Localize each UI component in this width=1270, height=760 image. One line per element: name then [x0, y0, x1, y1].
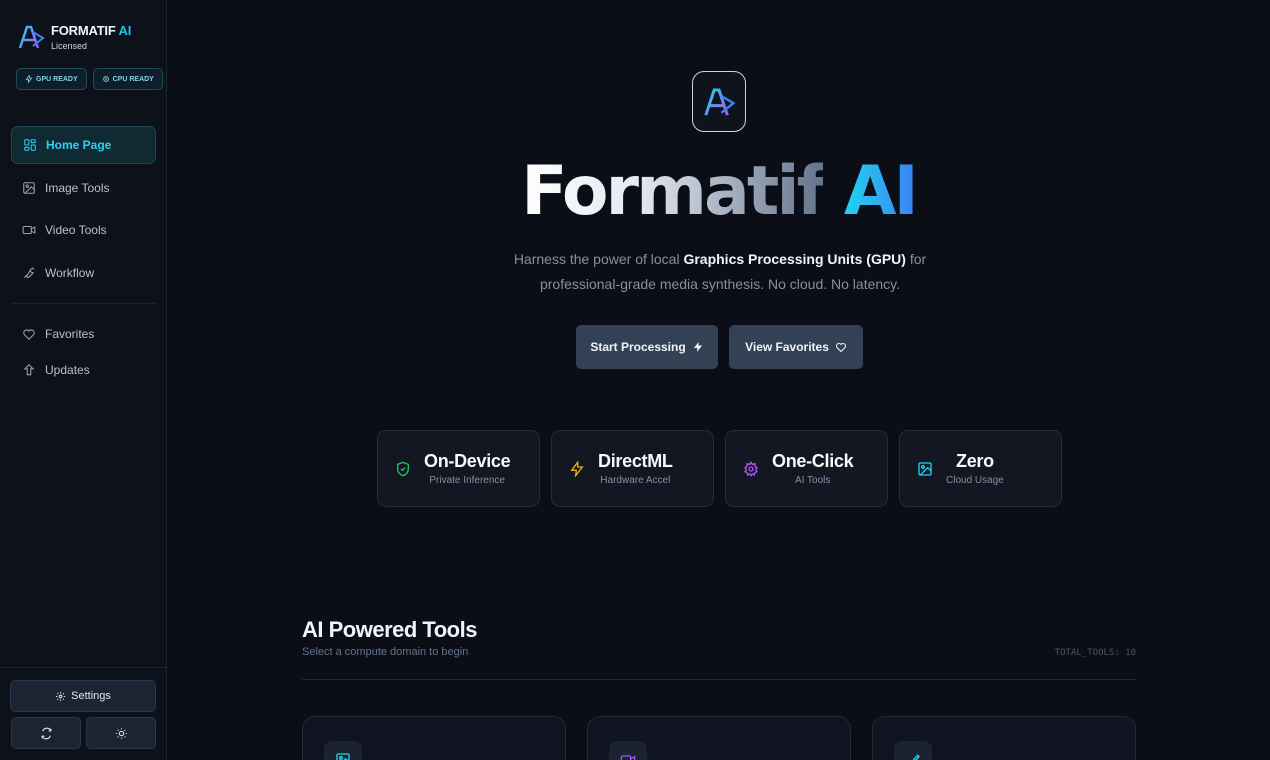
bolt-icon: [693, 342, 702, 352]
view-favorites-label: View Favorites: [745, 340, 829, 354]
license-status: Licensed: [51, 41, 88, 51]
hero-title-main: Formatif: [521, 152, 826, 231]
tool-card-workflow[interactable]: [872, 716, 1136, 760]
bolt-icon: [570, 460, 584, 477]
tool-card-video[interactable]: [587, 716, 851, 760]
brand-name-accent: AI: [118, 23, 132, 38]
hero-description: Harness the power of local Graphics Proc…: [490, 247, 950, 297]
hero-title: Formatif AI: [0, 152, 1270, 231]
gear-icon: [743, 460, 759, 477]
image-icon: [918, 461, 932, 476]
nav-item-workflow[interactable]: Workflow: [11, 254, 156, 292]
gpu-ready-label: GPU READY: [36, 75, 78, 83]
grid-icon: [24, 139, 36, 151]
refresh-icon: [41, 727, 51, 739]
upload-icon: [23, 364, 35, 376]
cpu-icon: [102, 76, 109, 82]
wrench-icon: [23, 266, 35, 278]
refresh-button[interactable]: [11, 717, 81, 749]
nav-item-label: Home Page: [46, 138, 112, 152]
brand[interactable]: FORMATIF AI Licensed: [17, 22, 131, 52]
gear-icon: [56, 691, 66, 701]
brand-logo-icon: [704, 88, 736, 116]
nav-item-updates[interactable]: Updates: [11, 352, 156, 388]
hero-desc-bold: Graphics Processing Units (GPU): [683, 251, 906, 267]
theme-toggle-button[interactable]: [86, 717, 156, 749]
view-favorites-button[interactable]: View Favorites: [729, 325, 863, 369]
shield-check-icon: [397, 461, 409, 476]
image-icon: [336, 753, 350, 760]
hero-desc-before: Harness the power of local: [513, 251, 684, 267]
bolt-icon: [25, 75, 33, 83]
start-processing-label: Start Processing: [590, 340, 686, 354]
stat-value: On-Device: [424, 451, 511, 471]
stat-card-zero: Zero Cloud Usage: [899, 430, 1062, 507]
nav-item-label: Workflow: [45, 265, 95, 280]
tool-card-icon: [324, 741, 362, 760]
stat-label: AI Tools: [794, 475, 831, 486]
stat-label: Hardware Accel: [600, 475, 671, 486]
tool-card-icon: [894, 741, 932, 760]
nav-item-favorites[interactable]: Favorites: [11, 316, 156, 352]
section-divider: [302, 679, 1136, 680]
video-icon: [620, 755, 636, 760]
sun-icon: [115, 727, 127, 739]
gpu-ready-badge: GPU READY: [16, 68, 87, 90]
stat-label: Cloud Usage: [946, 475, 1004, 486]
hero-title-accent: AI: [843, 152, 919, 231]
tool-card-image[interactable]: [302, 716, 566, 760]
stat-card-one-click: One-Click AI Tools: [725, 430, 888, 507]
nav-divider: [11, 303, 156, 304]
footer-divider: [0, 667, 167, 668]
stat-value: DirectML: [598, 451, 673, 471]
settings-button[interactable]: Settings: [10, 680, 156, 712]
stat-value: One-Click: [772, 451, 854, 471]
section-title: AI Powered Tools: [302, 617, 477, 642]
heart-icon: [23, 329, 35, 340]
stat-card-on-device: On-Device Private Inference: [377, 430, 540, 507]
start-processing-button[interactable]: Start Processing: [576, 325, 718, 369]
settings-label: Settings: [71, 690, 111, 702]
brush-icon: [912, 754, 920, 760]
total-tools-count: TOTAL_TOOLS: 10: [1054, 648, 1136, 658]
stat-card-directml: DirectML Hardware Accel: [551, 430, 714, 507]
sidebar: FORMATIF AI Licensed GPU READY CPU READY…: [0, 0, 167, 760]
secondary-nav: Favorites Updates: [11, 316, 156, 388]
brand-logo-icon: [18, 25, 45, 49]
heart-icon: [835, 343, 846, 353]
nav-item-label: Updates: [45, 363, 90, 377]
cpu-ready-badge: CPU READY: [92, 68, 163, 90]
hero-logo: [692, 71, 746, 132]
section-subtitle: Select a compute domain to begin: [302, 646, 469, 658]
stat-label: Private Inference: [429, 475, 505, 486]
cpu-ready-label: CPU READY: [112, 75, 154, 83]
nav-item-label: Favorites: [45, 327, 95, 341]
brand-name: FORMATIF: [51, 23, 116, 38]
stat-value: Zero: [956, 451, 994, 471]
tool-card-icon: [609, 741, 647, 760]
